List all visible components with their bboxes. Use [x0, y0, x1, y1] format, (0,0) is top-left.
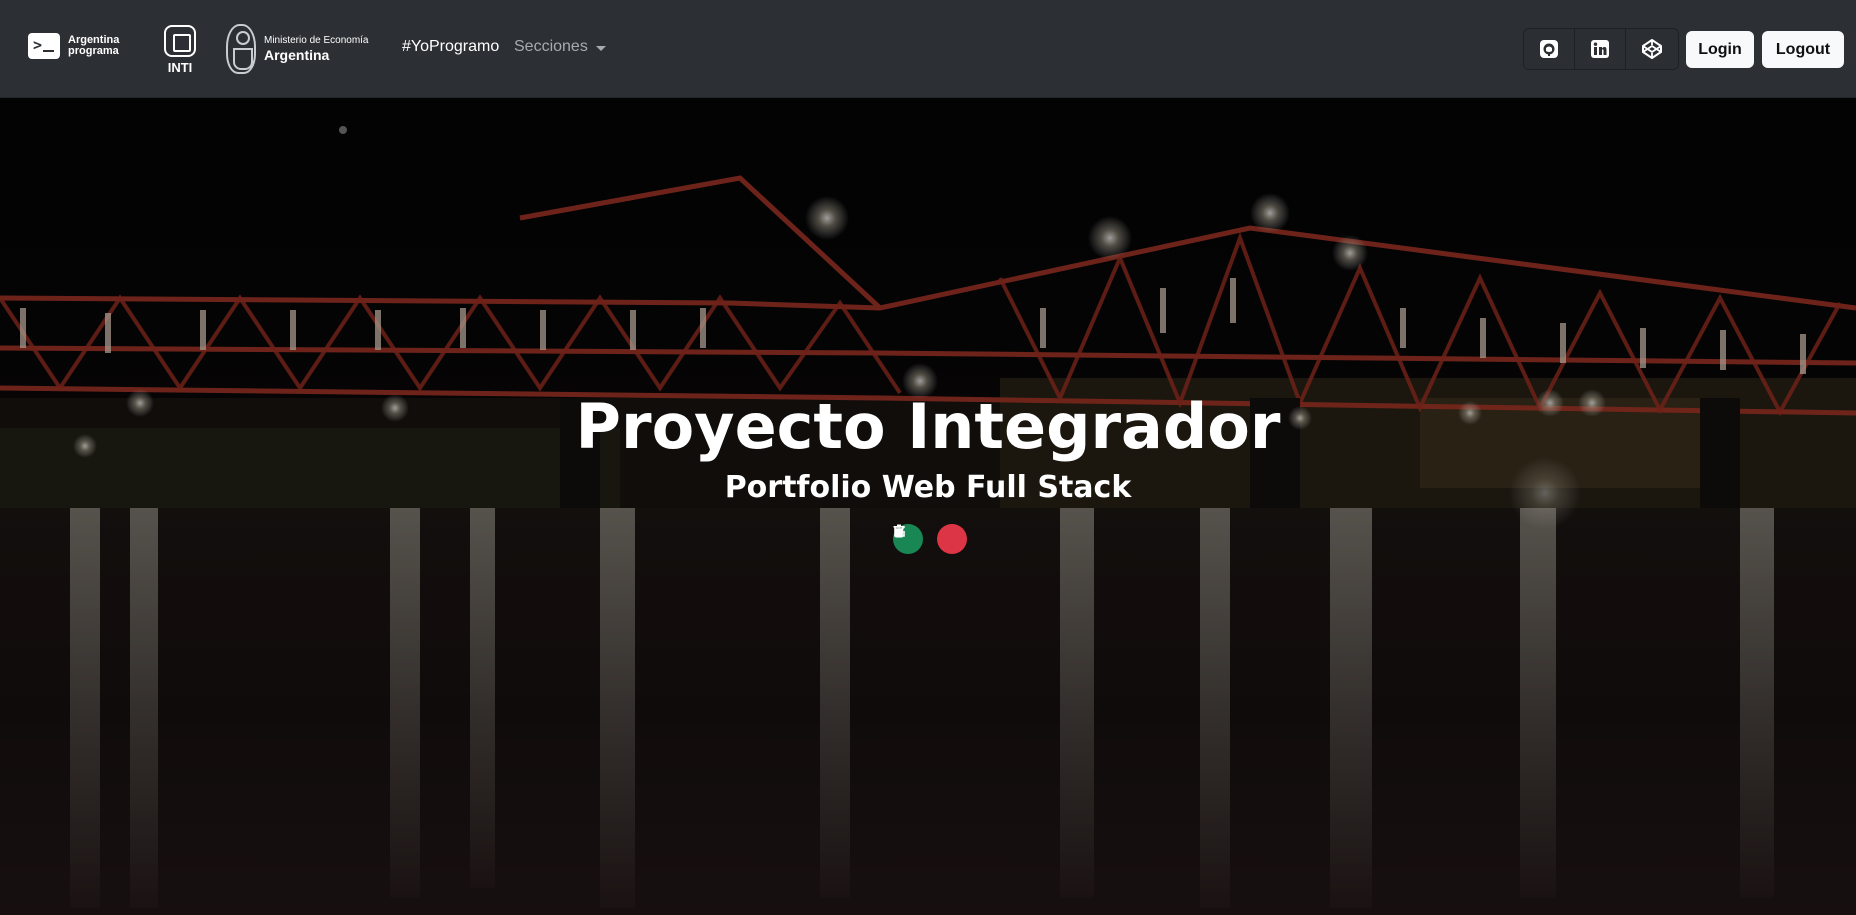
- argentina-programa-text: Argentina programa: [68, 35, 119, 57]
- inti-logo[interactable]: INTI: [162, 25, 198, 75]
- ministerio-line1: Ministerio de Economía: [264, 35, 369, 46]
- ap-line2: programa: [68, 45, 119, 57]
- linkedin-icon: [1591, 40, 1609, 58]
- ministerio-line2: Argentina: [264, 47, 330, 63]
- inti-logo-icon: [164, 25, 196, 57]
- hero-subtitle: Portfolio Web Full Stack: [724, 470, 1132, 505]
- logout-button[interactable]: Logout: [1762, 31, 1844, 68]
- trash-icon: [893, 524, 905, 538]
- github-button[interactable]: [1524, 29, 1575, 69]
- login-button[interactable]: Login: [1686, 31, 1754, 68]
- escudo-icon: [226, 24, 256, 74]
- github-icon: [1540, 40, 1558, 58]
- nav-link-yoprogramo[interactable]: #YoProgramo: [402, 38, 499, 56]
- inti-text: INTI: [167, 60, 193, 75]
- chevron-down-icon: [595, 45, 606, 51]
- social-links: [1523, 28, 1679, 70]
- codepen-icon: [1642, 39, 1662, 59]
- hero-title: Proyecto Integrador: [575, 390, 1281, 463]
- ministerio-logo[interactable]: Ministerio de Economía Argentina: [226, 24, 369, 74]
- argentina-programa-logo[interactable]: > Argentina programa: [28, 33, 119, 59]
- nav-dropdown-secciones[interactable]: Secciones: [514, 38, 606, 56]
- hero-actions: [893, 524, 967, 554]
- hero-overlay: [0, 98, 1856, 915]
- terminal-icon: >: [28, 33, 60, 59]
- navbar: > Argentina programa INTI Ministerio de …: [0, 0, 1856, 98]
- hero-banner: Proyecto Integrador Portfolio Web Full S…: [0, 98, 1856, 915]
- secciones-label: Secciones: [514, 38, 588, 55]
- codepen-button[interactable]: [1626, 29, 1678, 69]
- linkedin-button[interactable]: [1575, 29, 1626, 69]
- delete-button[interactable]: [893, 524, 967, 554]
